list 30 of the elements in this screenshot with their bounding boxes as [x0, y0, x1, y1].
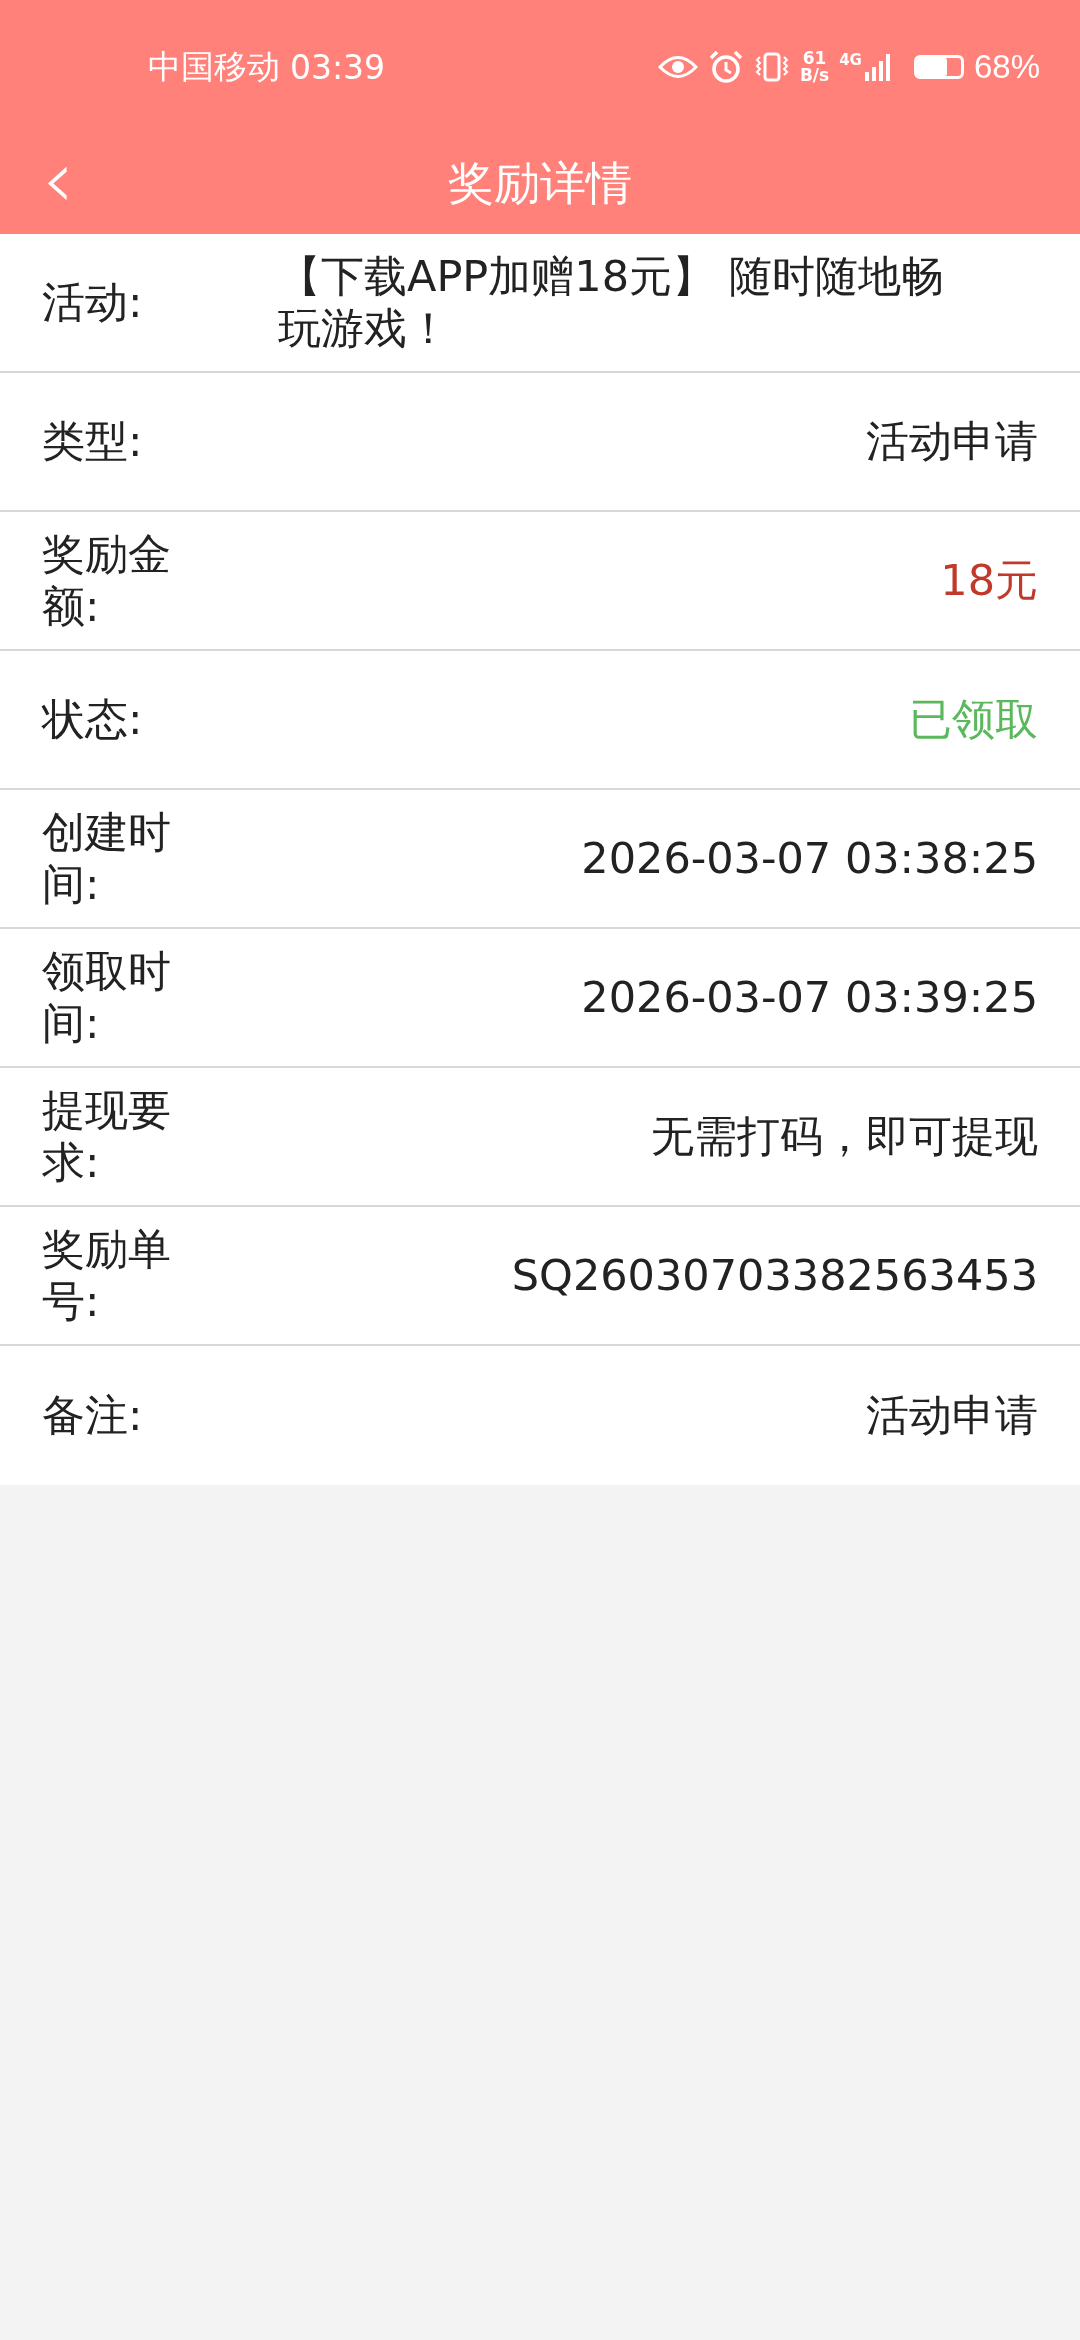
field-value: 无需打码，即可提现	[650, 1110, 1038, 1163]
vibrate-icon	[753, 51, 790, 83]
field-value: 2026-03-07 03:38:25	[580, 832, 1038, 885]
field-label: 领取时间:	[42, 945, 172, 1050]
battery-icon	[913, 55, 964, 79]
carrier-name: 中国移动	[148, 46, 280, 87]
field-value: 2026-03-07 03:39:25	[580, 971, 1038, 1024]
page-title: 奖励详情	[448, 155, 632, 212]
field-value: 活动申请	[865, 1389, 1038, 1442]
field-value: 18元	[939, 554, 1038, 607]
field-value: 已领取	[908, 693, 1038, 746]
speed-unit: B/s	[799, 67, 830, 84]
network-type: 4G	[839, 51, 862, 69]
battery-percent: 68%	[973, 48, 1040, 86]
eye-icon	[657, 54, 698, 80]
field-label: 提现要求:	[42, 1084, 172, 1189]
field-label: 备注:	[42, 1389, 144, 1442]
field-value: SQ26030703382563453	[510, 1249, 1038, 1302]
field-label: 类型:	[42, 415, 144, 468]
field-value: 【下载APP加赠18元】 随时随地畅玩游戏！	[278, 250, 945, 355]
alarm-clock-icon	[707, 50, 744, 84]
field-label: 奖励金额:	[42, 528, 172, 633]
clock-time: 03:39	[290, 47, 386, 87]
field-value: 活动申请	[865, 415, 1038, 468]
back-button[interactable]: ‹	[34, 140, 82, 220]
field-label: 奖励单号:	[42, 1223, 172, 1328]
field-label: 创建时间:	[42, 806, 172, 911]
field-label: 活动:	[42, 276, 144, 329]
field-label: 状态:	[42, 693, 144, 746]
speed-value: 61	[802, 50, 827, 67]
